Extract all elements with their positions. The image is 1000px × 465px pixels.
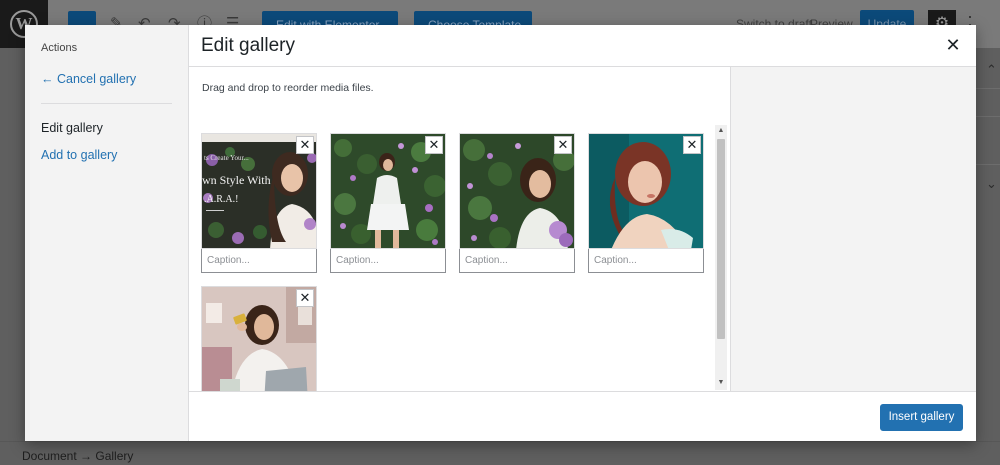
- remove-icon[interactable]: ✕: [296, 289, 314, 307]
- menu-separator: [41, 103, 172, 104]
- remove-icon[interactable]: ✕: [296, 136, 314, 154]
- media-modal: Actions ← Cancel gallery Edit gallery Ad…: [25, 25, 976, 441]
- reorder-instructions: Drag and drop to reorder media files.: [202, 82, 374, 94]
- sidebar-divider: [976, 116, 1000, 117]
- promo-line-1: ts Create Your...: [204, 154, 249, 162]
- gallery-item[interactable]: ✕ Caption...: [459, 133, 575, 273]
- attachments-scrollbar[interactable]: ▲ ▼: [715, 125, 727, 390]
- thumbnail-image[interactable]: ts Create Your... wn Style With .A.R.A.!…: [201, 133, 317, 249]
- promo-line-3: .A.R.A.!: [204, 194, 238, 205]
- thumbnail-image[interactable]: ✕: [330, 133, 446, 249]
- thumbnail-image[interactable]: ✕: [588, 133, 704, 249]
- caption-input[interactable]: Caption...: [330, 249, 446, 273]
- chevron-down-icon: ⌄: [986, 176, 997, 191]
- modal-toolbar: Insert gallery: [189, 391, 976, 441]
- gallery-attachments: Drag and drop to reorder media files. ts…: [189, 67, 730, 391]
- sidebar-divider: [976, 164, 1000, 165]
- thumbnail-image[interactable]: ✕: [201, 286, 317, 391]
- scroll-up-arrow-icon[interactable]: ▲: [717, 127, 725, 135]
- modal-title: Edit gallery: [201, 35, 295, 56]
- sidebar-divider: [976, 88, 1000, 89]
- scroll-down-arrow-icon[interactable]: ▼: [717, 379, 725, 387]
- thumbnail-image[interactable]: ✕: [459, 133, 575, 249]
- promo-line-2: wn Style With: [202, 173, 271, 187]
- gallery-item[interactable]: ✕: [201, 286, 317, 391]
- close-icon[interactable]: ✕: [944, 36, 962, 54]
- remove-icon[interactable]: ✕: [425, 136, 443, 154]
- menu-item-edit-gallery[interactable]: Edit gallery: [41, 121, 103, 135]
- caption-input[interactable]: Caption...: [588, 249, 704, 273]
- remove-icon[interactable]: ✕: [554, 136, 572, 154]
- caption-input[interactable]: Caption...: [201, 249, 317, 273]
- media-menu: Actions ← Cancel gallery Edit gallery Ad…: [25, 25, 189, 441]
- gallery-item[interactable]: ✕ Caption...: [330, 133, 446, 273]
- caption-input[interactable]: Caption...: [459, 249, 575, 273]
- gallery-item[interactable]: ✕ Caption...: [588, 133, 704, 273]
- remove-icon[interactable]: ✕: [683, 136, 701, 154]
- cancel-gallery-link[interactable]: ← Cancel gallery: [41, 72, 136, 86]
- gallery-item[interactable]: ts Create Your... wn Style With .A.R.A.!…: [201, 133, 317, 273]
- menu-heading: Actions: [41, 42, 78, 54]
- insert-gallery-button[interactable]: Insert gallery: [880, 404, 963, 431]
- menu-item-add-to-gallery[interactable]: Add to gallery: [41, 148, 117, 162]
- scrollbar-thumb[interactable]: [717, 139, 725, 339]
- modal-title-bar: Edit gallery ✕: [189, 25, 976, 67]
- attachment-details-sidebar: [730, 67, 976, 391]
- block-breadcrumb: Document → Gallery: [0, 441, 1000, 465]
- chevron-up-icon: ⌃: [986, 62, 997, 77]
